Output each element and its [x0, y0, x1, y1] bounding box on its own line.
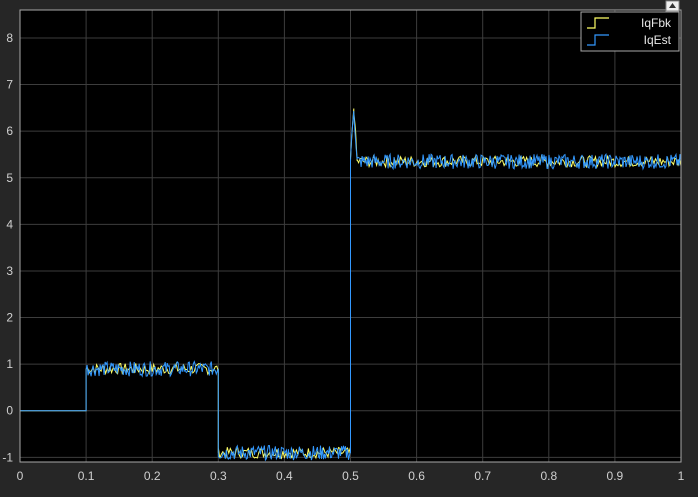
x-tick-label: 0.7 [474, 469, 491, 483]
x-axis-ticks: 0 0.1 0.2 0.3 0.4 0.5 0.6 0.7 0.8 0.9 1 [17, 469, 685, 483]
x-tick-label: 0.5 [342, 469, 359, 483]
x-tick-label: 0 [17, 469, 24, 483]
legend-label-iqest: IqEst [644, 33, 672, 47]
x-tick-label: 0.6 [408, 469, 425, 483]
y-tick-label: -1 [2, 450, 13, 464]
x-tick-label: 0.3 [210, 469, 227, 483]
y-tick-label: 5 [6, 171, 13, 185]
y-tick-label: 2 [6, 311, 13, 325]
x-tick-label: 0.4 [276, 469, 293, 483]
autoscale-button[interactable] [665, 0, 680, 12]
x-tick-label: 0.9 [607, 469, 624, 483]
y-tick-label: 4 [6, 217, 13, 231]
y-tick-label: 7 [6, 78, 13, 92]
legend[interactable]: IqFbk IqEst [580, 11, 680, 52]
x-tick-label: 0.2 [144, 469, 161, 483]
line-chart: 0 0.1 0.2 0.3 0.4 0.5 0.6 0.7 0.8 0.9 1 -1 0 1 2 3 4 5 6 7… [2, 0, 685, 483]
x-tick-label: 1 [678, 469, 685, 483]
legend-label-iqfbk: IqFbk [641, 16, 672, 30]
y-tick-label: 1 [6, 357, 13, 371]
x-tick-label: 0.1 [78, 469, 95, 483]
y-tick-label: 0 [6, 404, 13, 418]
scope-window: 0 0.1 0.2 0.3 0.4 0.5 0.6 0.7 0.8 0.9 1 -1 0 1 2 3 4 5 6 7… [0, 0, 698, 492]
y-axis-ticks: -1 0 1 2 3 4 5 6 7 8 [2, 31, 13, 464]
y-tick-label: 6 [6, 124, 13, 138]
y-tick-label: 3 [6, 264, 13, 278]
y-tick-label: 8 [6, 31, 13, 45]
x-tick-label: 0.8 [540, 469, 557, 483]
